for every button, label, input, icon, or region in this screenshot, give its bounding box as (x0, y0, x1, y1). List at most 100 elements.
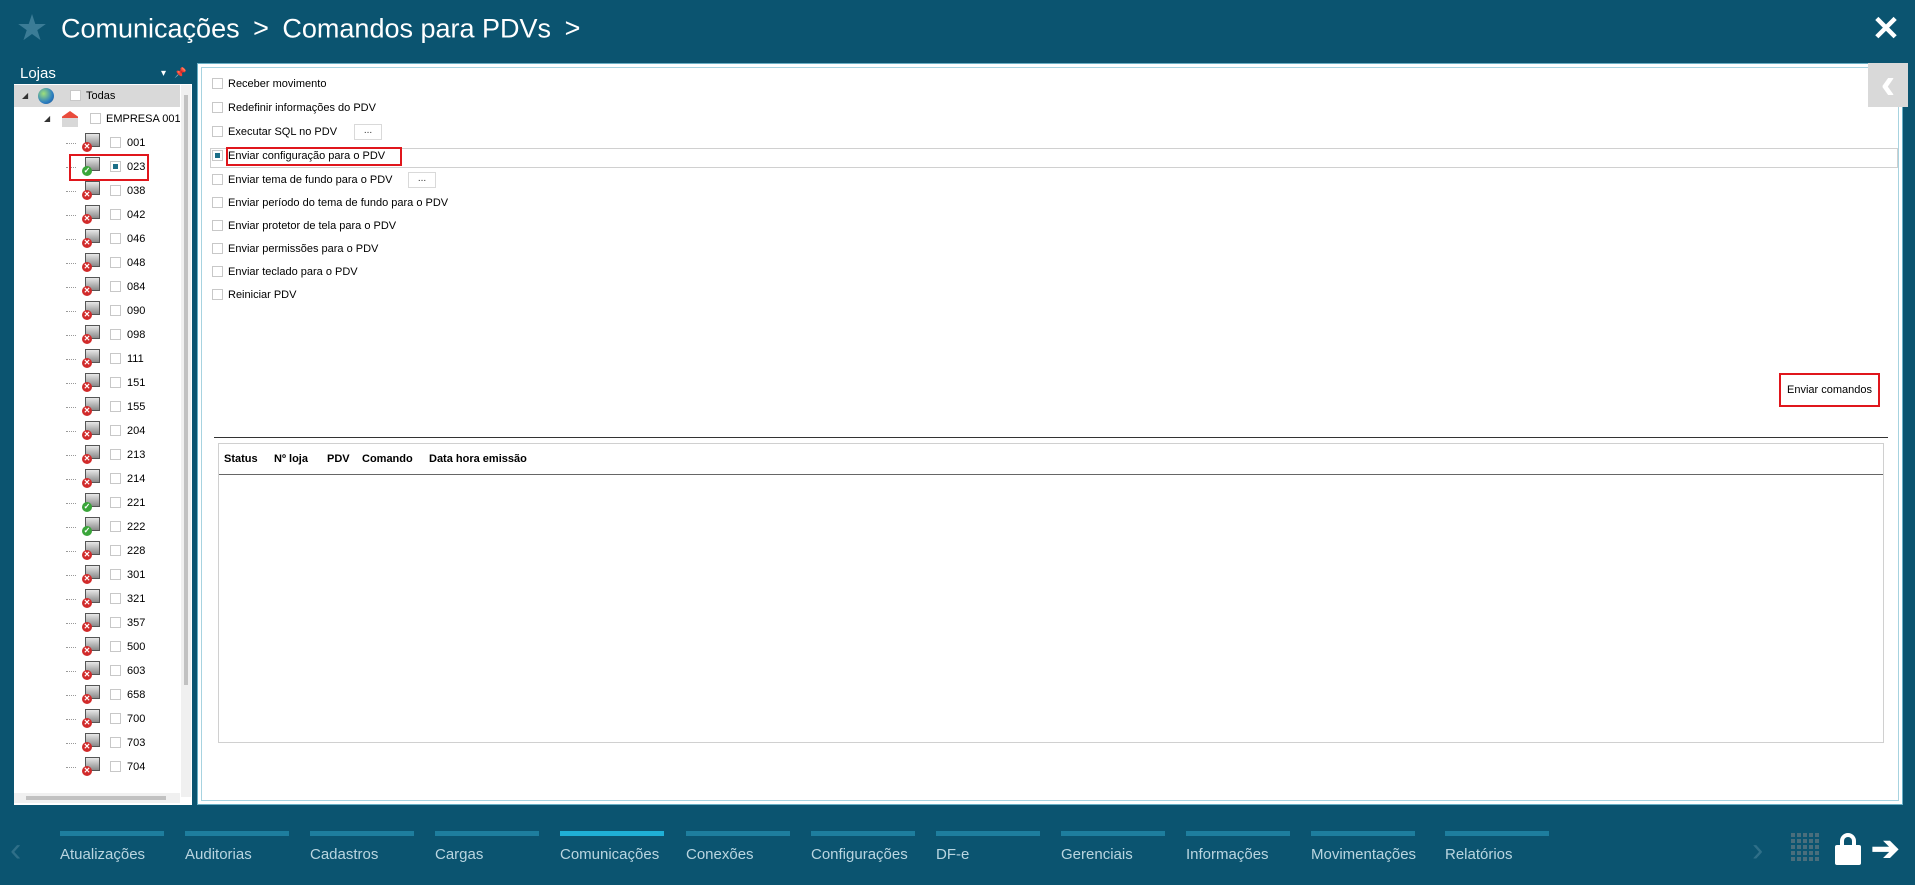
tree-node-store[interactable]: ✕ 214 (14, 468, 180, 490)
tree-node-store[interactable]: ✕ 151 (14, 372, 180, 394)
checkbox[interactable] (212, 78, 223, 89)
breadcrumb-item-comunicacoes[interactable]: Comunicações (61, 13, 240, 43)
tree-vertical-scrollbar[interactable] (181, 85, 191, 797)
checkbox[interactable] (110, 353, 121, 364)
checkbox[interactable] (110, 209, 121, 220)
checkbox[interactable] (212, 150, 223, 161)
tree-node-store[interactable]: ✕ 703 (14, 732, 180, 754)
column-header-status[interactable]: Status (224, 444, 258, 474)
tree-node-label: 214 (127, 473, 146, 485)
checkbox[interactable] (110, 713, 121, 724)
tree-node-store[interactable]: ✕ 048 (14, 252, 180, 274)
tree-node-store[interactable]: ✕ 704 (14, 756, 180, 778)
checkbox[interactable] (110, 737, 121, 748)
tree-node-store[interactable]: ✕ 700 (14, 708, 180, 730)
tree-node-store[interactable]: ✕ 038 (14, 180, 180, 202)
column-header-store-number[interactable]: Nº loja (274, 444, 308, 474)
checkbox[interactable] (110, 185, 121, 196)
breadcrumb-item-comandos[interactable]: Comandos para PDVs (282, 13, 551, 43)
tree-node-store[interactable]: ✕ 084 (14, 276, 180, 298)
tree-node-store[interactable]: ✕ 204 (14, 420, 180, 442)
chevron-left-icon[interactable]: ‹ (10, 831, 21, 870)
checkbox[interactable] (212, 220, 223, 231)
checkbox[interactable] (110, 497, 121, 508)
tree-node-store[interactable]: ✕ 357 (14, 612, 180, 634)
tree-node-label: 221 (127, 497, 146, 509)
expand-icon[interactable]: ◢ (44, 108, 50, 130)
tree-node-store[interactable]: ✕ 500 (14, 636, 180, 658)
tree-node-store[interactable]: ✕ 046 (14, 228, 180, 250)
checkbox[interactable] (110, 593, 121, 604)
column-header-command[interactable]: Comando (362, 444, 413, 474)
checkbox[interactable] (212, 197, 223, 208)
tree-node-store[interactable]: ✓ 221 (14, 492, 180, 514)
close-icon[interactable]: ✕ (1871, 12, 1901, 46)
lock-icon[interactable] (1835, 833, 1861, 865)
pdv-store-icon: ✕ (82, 133, 102, 153)
checkbox[interactable] (90, 113, 101, 124)
checkbox[interactable] (110, 665, 121, 676)
browse-button[interactable]: ... (354, 124, 382, 140)
checkbox[interactable] (110, 257, 121, 268)
grid-dot (1803, 845, 1807, 849)
checkbox[interactable] (110, 569, 121, 580)
tree-node-store[interactable]: ✕ 098 (14, 324, 180, 346)
tree-node-store[interactable]: ✕ 658 (14, 684, 180, 706)
column-header-issue-datetime[interactable]: Data hora emissão (429, 444, 527, 474)
tree-node-store[interactable]: ✕ 090 (14, 300, 180, 322)
tree-node-store[interactable]: ✕ 321 (14, 588, 180, 610)
scrollbar-thumb[interactable] (184, 95, 188, 685)
tree-node-store[interactable]: ✕ 042 (14, 204, 180, 226)
checkbox[interactable] (212, 289, 223, 300)
tree-node-store[interactable]: ✕ 213 (14, 444, 180, 466)
send-commands-button[interactable]: Enviar comandos (1779, 373, 1880, 407)
checkbox[interactable] (110, 617, 121, 628)
star-icon[interactable]: ★ (14, 10, 50, 46)
column-header-pdv[interactable]: PDV (327, 444, 350, 474)
tree-node-store[interactable]: ✕ 155 (14, 396, 180, 418)
tree-node-root[interactable]: ◢ Todas (14, 85, 180, 107)
checkbox[interactable] (70, 90, 81, 101)
expand-icon[interactable]: ◢ (22, 85, 28, 107)
tree-node-store[interactable]: ✕ 001 (14, 132, 180, 154)
checkbox[interactable] (212, 174, 223, 185)
checkbox[interactable] (110, 761, 121, 772)
exit-arrow-icon[interactable]: ➔ (1871, 832, 1905, 866)
tree-node-store[interactable]: ✕ 111 (14, 348, 180, 370)
checkbox[interactable] (110, 689, 121, 700)
checkbox[interactable] (110, 425, 121, 436)
checkbox[interactable] (110, 305, 121, 316)
tree-node-store[interactable]: ✕ 301 (14, 564, 180, 586)
checkbox[interactable] (110, 377, 121, 388)
tree-node-store[interactable]: ✕ 228 (14, 540, 180, 562)
checkbox[interactable] (110, 521, 121, 532)
checkbox[interactable] (110, 329, 121, 340)
tree-horizontal-scrollbar[interactable] (14, 793, 180, 803)
apps-grid-icon[interactable] (1791, 833, 1823, 865)
tree-node-store[interactable]: ✕ 603 (14, 660, 180, 682)
tree-node-label: 222 (127, 521, 146, 533)
checkbox[interactable] (110, 233, 121, 244)
checkbox[interactable] (110, 137, 121, 148)
checkbox[interactable] (212, 126, 223, 137)
dropdown-icon[interactable]: ▾ (161, 63, 166, 84)
checkbox[interactable] (212, 243, 223, 254)
tree-connector (66, 671, 76, 672)
tree-node-store[interactable]: ✓ 222 (14, 516, 180, 538)
checkbox[interactable] (110, 449, 121, 460)
pin-icon[interactable]: 📌 (174, 63, 186, 84)
checkbox[interactable] (212, 266, 223, 277)
scrollbar-thumb[interactable] (26, 796, 166, 800)
browse-button[interactable]: ... (408, 172, 436, 188)
checkbox[interactable] (110, 641, 121, 652)
checkbox[interactable] (110, 473, 121, 484)
collapse-panel-chevron-icon[interactable]: ‹ (1868, 62, 1908, 107)
offline-status-icon: ✕ (82, 478, 92, 488)
tree-node-company[interactable]: ◢ EMPRESA 001 (14, 108, 180, 130)
chevron-right-icon[interactable]: › (1752, 831, 1763, 870)
breadcrumb-separator: > (253, 13, 269, 44)
checkbox[interactable] (110, 281, 121, 292)
checkbox[interactable] (110, 545, 121, 556)
checkbox[interactable] (110, 401, 121, 412)
checkbox[interactable] (212, 102, 223, 113)
